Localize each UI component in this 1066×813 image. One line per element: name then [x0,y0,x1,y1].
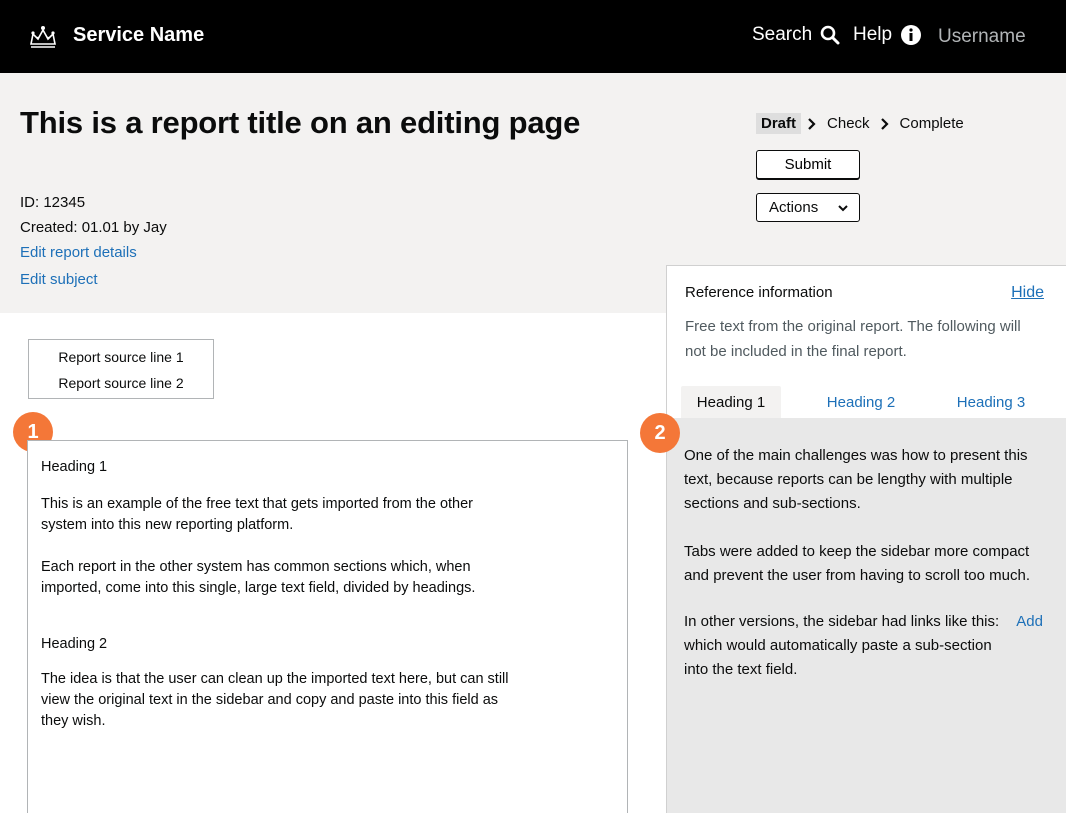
tab-heading-2[interactable]: Heading 2 [781,386,941,419]
step-check: Check [827,115,870,132]
info-icon [901,25,922,45]
panel-paragraph: One of the main challenges was how to pr… [684,447,1028,512]
reference-sidebar: Reference information Hide Free text fro… [666,265,1066,813]
search-label: Search [752,24,813,45]
panel-paragraph: Tabs were added to keep the sidebar more… [684,543,1031,584]
annotation-marker-2: 2 [640,413,680,453]
site-header: Service Name Search Help Username [0,0,1066,73]
page-title: This is a report title on an editing pag… [20,105,581,140]
service-name[interactable]: Service Name [73,24,204,47]
search-nav-button[interactable]: Search [752,24,840,46]
status-steps: Draft Check Complete [756,113,968,134]
add-subsection-link[interactable]: Add [1016,610,1043,634]
search-icon [820,25,840,45]
actions-dropdown[interactable]: Actions [756,193,860,222]
source-line-1: Report source line 1 [58,349,184,365]
chevron-right-icon [801,117,823,131]
report-created: Created: 01.01 by Jay [20,219,167,236]
sidebar-description: Free text from the original report. The … [685,318,1021,360]
actions-label: Actions [769,199,819,216]
panel-paragraph: which would automatically paste a sub-se… [684,637,992,678]
report-id: ID: 12345 [20,194,86,211]
step-complete: Complete [899,115,964,132]
report-source-box: Report source line 1 Report source line … [28,339,214,399]
help-label: Help [853,24,893,45]
step-draft: Draft [756,113,802,134]
tab-panel: One of the main challenges was how to pr… [667,418,1066,813]
tab-heading-1[interactable]: Heading 1 [681,386,781,419]
submit-button[interactable]: Submit [756,150,860,179]
username-link[interactable]: Username [938,26,1026,48]
editor-paragraph: This is an example of the free text that… [41,496,473,533]
edit-report-details-link[interactable]: Edit report details [20,244,137,261]
chevron-down-icon [838,205,848,212]
panel-paragraph: In other versions, the sidebar had links… [684,613,1000,630]
tab-heading-3[interactable]: Heading 3 [941,386,1041,419]
editor-paragraph: Each report in the other system has comm… [41,559,476,596]
editor-heading-2: Heading 2 [41,636,108,652]
help-nav-button[interactable]: Help [853,24,922,46]
source-line-2: Report source line 2 [58,375,184,391]
editor-paragraph: The idea is that the user can clean up t… [41,671,509,729]
crown-logo-icon [30,26,56,48]
report-text-editor[interactable]: Heading 1 This is an example of the free… [27,440,628,813]
chevron-right-icon [874,117,896,131]
edit-subject-link[interactable]: Edit subject [20,271,98,288]
sidebar-tabs: Heading 1 Heading 2 Heading 3 [681,386,1066,419]
editor-heading-1: Heading 1 [41,459,108,475]
hide-sidebar-link[interactable]: Hide [1011,284,1044,302]
sidebar-title: Reference information [685,284,833,301]
